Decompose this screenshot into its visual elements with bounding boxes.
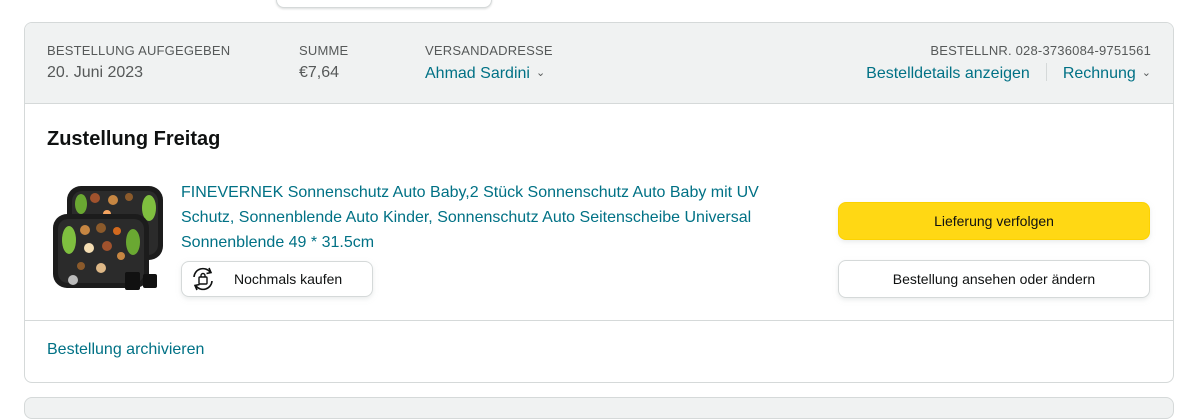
previous-dropdown-edge	[276, 0, 492, 8]
delivery-status-title: Zustellung Freitag	[47, 128, 221, 150]
order-actions: BESTELLNR. 028-3736084-9751561 Bestellde…	[866, 43, 1151, 85]
buy-again-button[interactable]: Nochmals kaufen	[181, 261, 373, 297]
order-placed-date: 20. Juni 2023	[47, 64, 144, 81]
product-image[interactable]	[51, 184, 167, 296]
ship-to-popover[interactable]: Ahmad Sardini ⌄	[425, 62, 553, 85]
order-placed-label: BESTELLUNG AUFGEGEBEN	[47, 43, 231, 58]
chevron-down-icon[interactable]: ⌄	[536, 62, 545, 84]
order-total-label: SUMME	[299, 43, 349, 58]
order-total-value: €7,64	[299, 64, 340, 81]
order-links: Bestelldetails anzeigen Rechnung ⌄	[866, 62, 1151, 85]
chevron-down-icon[interactable]: ⌄	[1142, 62, 1151, 84]
order-number: BESTELLNR. 028-3736084-9751561	[930, 43, 1151, 58]
view-or-edit-order-button[interactable]: Bestellung ansehen oder ändern	[838, 260, 1150, 298]
product-title-link[interactable]: FINEVERNEK Sonnenschutz Auto Baby,2 Stüc…	[181, 180, 801, 255]
order-details-link[interactable]: Bestelldetails anzeigen	[866, 65, 1030, 82]
next-order-card-edge	[24, 397, 1174, 419]
ship-to-label: VERSANDADRESSE	[425, 43, 553, 58]
buy-again-cycle-icon	[193, 267, 213, 291]
ship-to-name[interactable]: Ahmad Sardini	[425, 65, 530, 82]
order-header: BESTELLUNG AUFGEGEBEN 20. Juni 2023 SUMM…	[25, 23, 1173, 104]
invoice-link[interactable]: Rechnung	[1063, 65, 1136, 82]
shipment-section: Zustellung Freitag FINEVERNEK Sonnenschu…	[25, 104, 1173, 321]
order-total: SUMME €7,64	[299, 43, 348, 84]
order-card: BESTELLUNG AUFGEGEBEN 20. Juni 2023 SUMM…	[24, 22, 1174, 383]
track-package-button[interactable]: Lieferung verfolgen	[838, 202, 1150, 240]
order-placed: BESTELLUNG AUFGEGEBEN 20. Juni 2023	[47, 43, 230, 84]
archive-order-link[interactable]: Bestellung archivieren	[47, 339, 204, 361]
link-divider	[1045, 63, 1047, 81]
buy-again-label: Nochmals kaufen	[234, 271, 343, 287]
ship-to: VERSANDADRESSE Ahmad Sardini ⌄	[425, 43, 553, 85]
